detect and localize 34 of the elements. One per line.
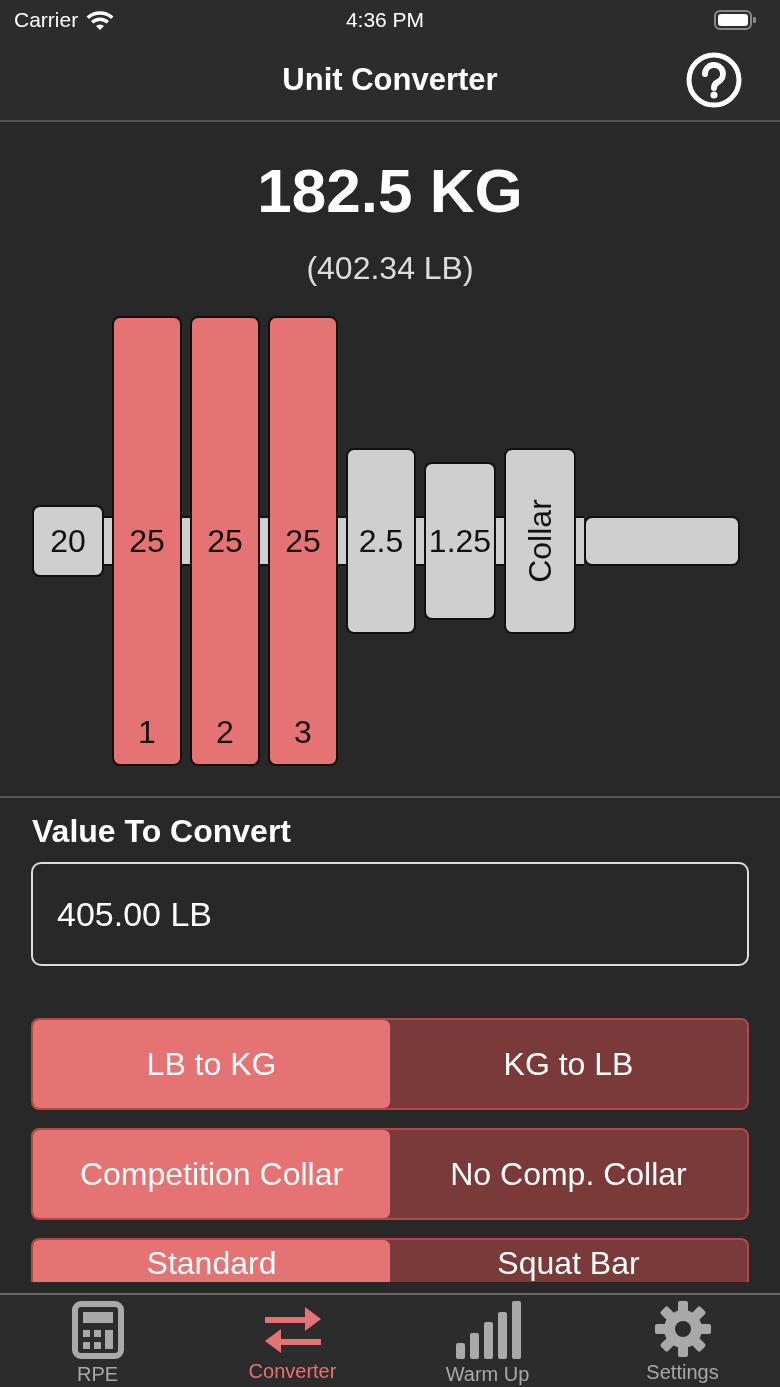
secondary-weight: (402.34 LB) xyxy=(305,249,475,288)
tab-item[interactable]: Settings xyxy=(585,1295,780,1387)
tab-item[interactable]: RPE xyxy=(0,1295,195,1387)
weight-plate: 2.5 xyxy=(346,448,416,634)
weight-plate: 25 1 xyxy=(112,316,182,766)
weight-plate: 25 2 xyxy=(190,316,260,766)
weight-plate: 25 3 xyxy=(268,316,338,766)
bar-segment xyxy=(416,516,424,566)
segment-option[interactable]: Standard xyxy=(33,1240,390,1283)
settings-icon xyxy=(654,1301,711,1357)
tab-item[interactable]: Converter xyxy=(195,1295,390,1387)
screen-title: Unit Converter xyxy=(282,60,498,99)
battery-icon xyxy=(714,10,756,30)
bar-segment xyxy=(338,516,346,566)
collar: Collar xyxy=(504,448,576,634)
value-input[interactable]: 405.00 LB xyxy=(31,862,749,967)
carrier-label: Carrier xyxy=(14,7,79,34)
help-button[interactable] xyxy=(686,52,742,108)
calculator-icon xyxy=(71,1301,124,1359)
segment-option[interactable]: Competition Collar xyxy=(33,1130,390,1219)
field-label: Value To Convert xyxy=(32,812,292,851)
tab-item[interactable]: Warm Up xyxy=(390,1295,585,1387)
bar-segment xyxy=(576,516,584,566)
bar-segment xyxy=(260,516,268,566)
bar-hub: 20 xyxy=(32,505,104,577)
converted-weight: 182.5 KG xyxy=(256,160,524,222)
segment-option[interactable]: LB to KG xyxy=(33,1020,390,1109)
wifi-icon xyxy=(86,10,115,30)
bars-icon xyxy=(453,1301,522,1359)
bar-segment xyxy=(496,516,504,566)
clock-time: 4:36 PM xyxy=(345,7,425,34)
weight-plate: 1.25 xyxy=(424,462,496,620)
bar-segment xyxy=(182,516,190,566)
bar-segment xyxy=(104,516,112,566)
